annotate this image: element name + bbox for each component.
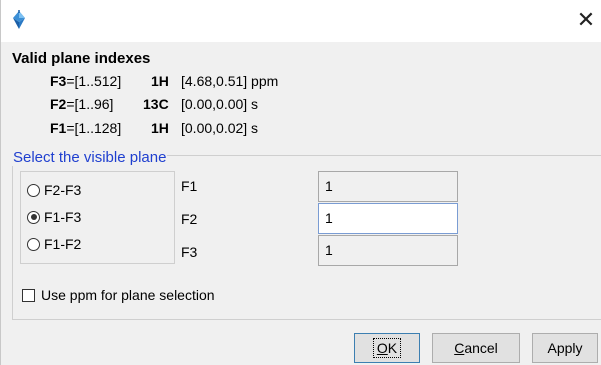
plane-nucleus: 1H [151, 73, 169, 89]
plane-row-f2: F2=[1..96] 13C [0.00,0.00] s [50, 96, 258, 116]
plane-range: =[1..512] [66, 73, 122, 89]
close-icon[interactable]: ✕ [575, 10, 597, 32]
ok-label-rest: K [387, 340, 398, 356]
select-plane-legend: Select the visible plane [12, 149, 168, 166]
plane-radio-panel: F2-F3 F1-F3 F1-F2 [20, 171, 175, 264]
dialog-window: ✕ Valid plane indexes F3=[1..512] 1H [4.… [0, 0, 601, 365]
radio-label: F1-F2 [44, 236, 82, 252]
ok-mnemonic: O [376, 340, 388, 356]
use-ppm-checkbox-row[interactable]: Use ppm for plane selection [22, 287, 215, 303]
valid-plane-indexes-title: Valid plane indexes [12, 50, 151, 67]
f2-index-field[interactable]: 1 [318, 203, 458, 234]
f3-index-field[interactable]: 1 [318, 235, 458, 266]
apply-button[interactable]: Apply [532, 333, 598, 363]
field-label-f2: F2 [181, 211, 198, 227]
radio-label: F2-F3 [44, 182, 82, 198]
plane-range: =[1..96] [66, 96, 114, 112]
use-ppm-checkbox[interactable] [22, 288, 35, 302]
plane-row-f1: F1=[1..128] 1H [0.00,0.02] s [50, 120, 258, 140]
cancel-mnemonic: C [454, 340, 465, 356]
plane-dim: F3 [50, 73, 67, 89]
plane-nucleus: 13C [143, 96, 169, 112]
cancel-label-rest: ancel [464, 340, 498, 356]
use-ppm-label: Use ppm for plane selection [41, 287, 215, 303]
cancel-button[interactable]: Cancel [432, 333, 520, 363]
radio-f1-f3[interactable]: F1-F3 [27, 207, 81, 227]
plane-limits: [0.00,0.02] s [181, 120, 259, 136]
f1-index-field[interactable]: 1 [318, 171, 458, 202]
apply-label: Apply [547, 340, 583, 356]
radio-button[interactable] [27, 237, 40, 251]
radio-button[interactable] [27, 183, 40, 197]
plane-dim: F1 [50, 120, 67, 136]
plane-dim: F2 [50, 96, 67, 112]
field-label-f1: F1 [181, 178, 198, 194]
plane-row-f3: F3=[1..512] 1H [4.68,0.51] ppm [50, 73, 278, 93]
field-label-f3: F3 [181, 244, 198, 260]
ok-button[interactable]: OK [354, 333, 420, 363]
plane-limits: [0.00,0.00] s [181, 96, 259, 112]
radio-button[interactable] [27, 210, 40, 224]
title-bar: ✕ [1, 0, 601, 42]
radio-f2-f3[interactable]: F2-F3 [27, 180, 81, 200]
plane-nucleus: 1H [151, 120, 169, 136]
radio-f1-f2[interactable]: F1-F2 [27, 234, 81, 254]
radio-label: F1-F3 [44, 209, 82, 225]
app-icon [13, 10, 25, 29]
plane-limits: [4.68,0.51] ppm [181, 73, 279, 89]
plane-range: =[1..128] [66, 120, 122, 136]
